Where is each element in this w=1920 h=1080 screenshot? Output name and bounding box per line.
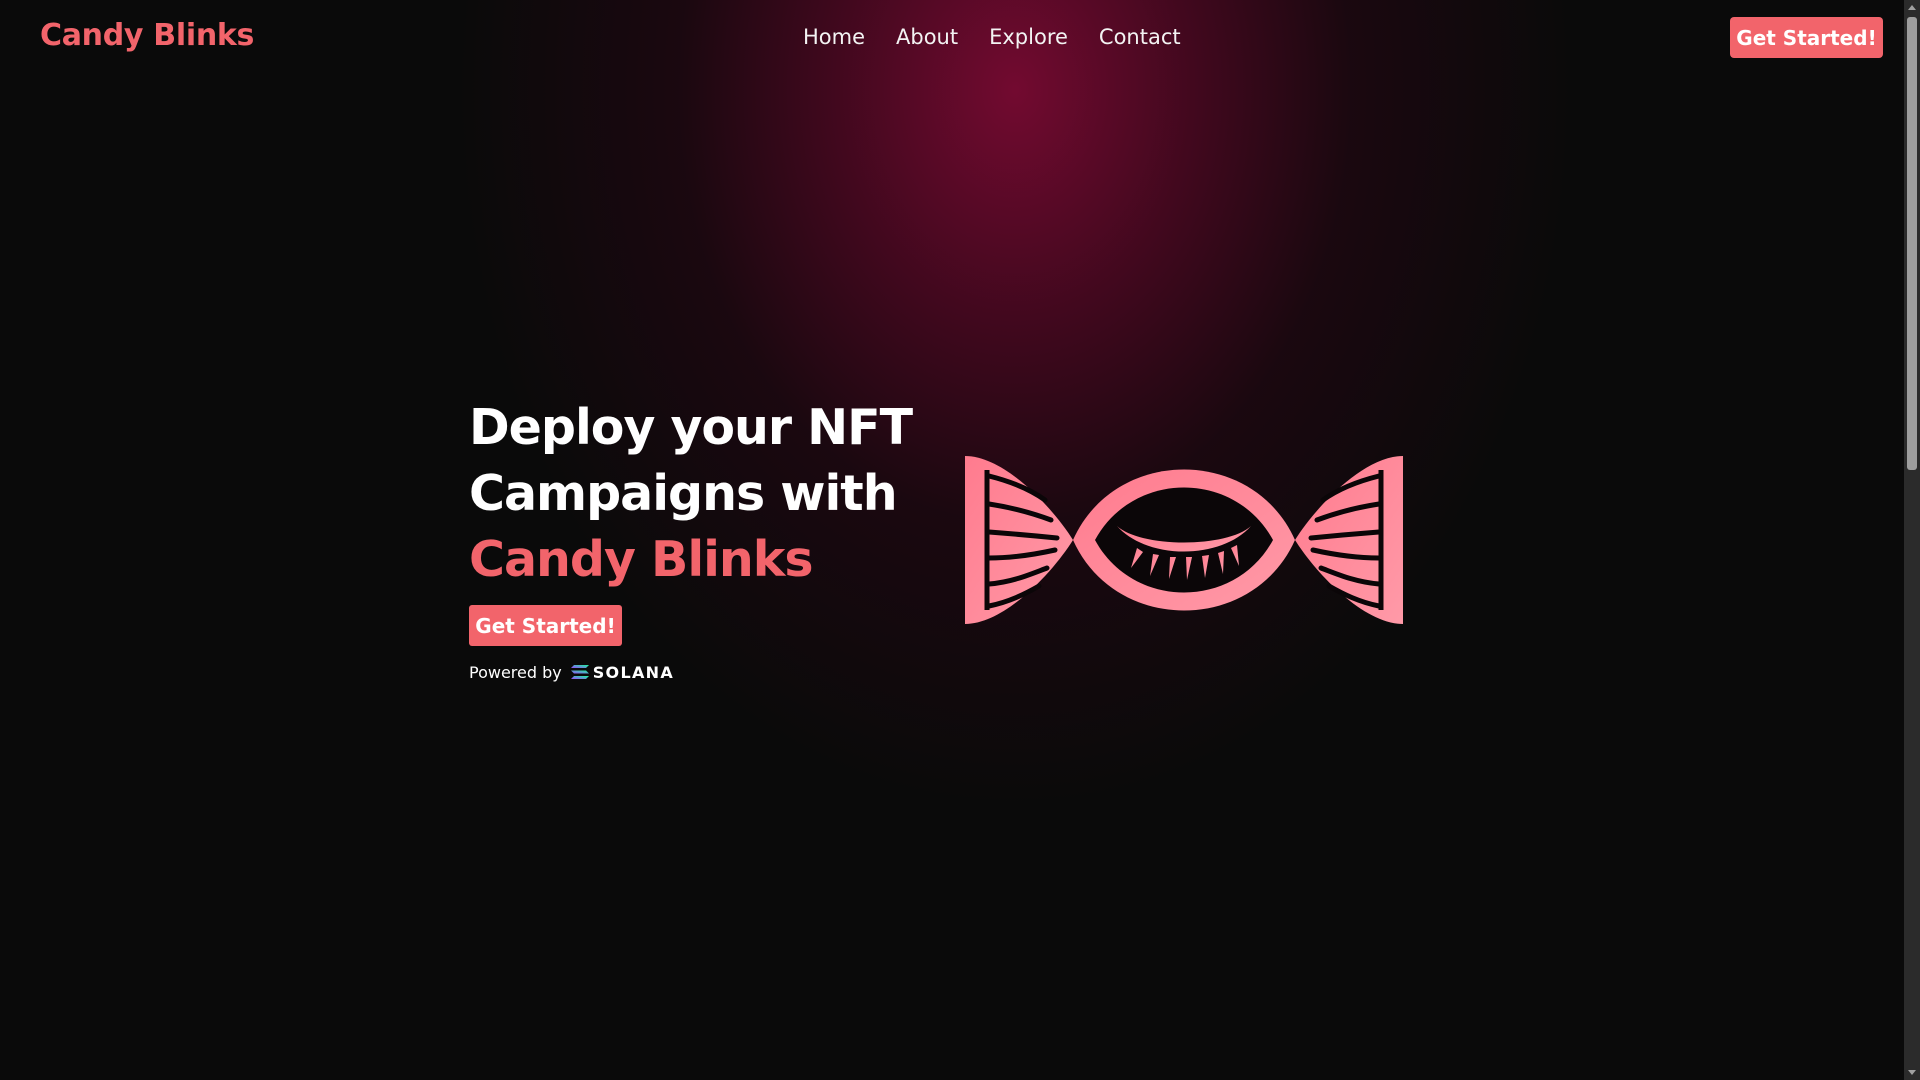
- vertical-scrollbar[interactable]: [1904, 0, 1920, 1080]
- solana-wordmark: SOLANA: [592, 662, 675, 682]
- hero-title: Deploy your NFT Campaigns with Candy Bli…: [469, 395, 913, 593]
- scroll-down-icon[interactable]: [1908, 1070, 1916, 1075]
- landing-page: Candy Blinks Home About Explore Contact …: [0, 0, 1920, 1080]
- nav-link-home[interactable]: Home: [803, 25, 865, 49]
- hero-title-accent: Candy Blinks: [469, 531, 814, 588]
- powered-by-label: Powered by: [469, 662, 562, 682]
- candy-eye-icon: [965, 456, 1403, 624]
- hero-section: Deploy your NFT Campaigns with Candy Bli…: [469, 395, 913, 682]
- scroll-up-icon[interactable]: [1908, 5, 1916, 10]
- nav-link-about[interactable]: About: [896, 25, 958, 49]
- nav-links: Home About Explore Contact: [803, 25, 1181, 49]
- nav-link-explore[interactable]: Explore: [989, 25, 1068, 49]
- hero-title-line-2: Campaigns with: [469, 465, 898, 522]
- get-started-nav-button[interactable]: Get Started!: [1730, 17, 1883, 58]
- solana-icon: [570, 665, 589, 679]
- scrollbar-thumb[interactable]: [1907, 17, 1917, 470]
- get-started-hero-button[interactable]: Get Started!: [469, 605, 622, 646]
- hero-title-line-1: Deploy your NFT: [469, 399, 913, 456]
- nav-link-contact[interactable]: Contact: [1099, 25, 1181, 49]
- navbar: Candy Blinks Home About Explore Contact …: [0, 0, 1904, 76]
- powered-by: Powered by SOLANA: [469, 662, 899, 682]
- brand-logo[interactable]: Candy Blinks: [40, 18, 254, 53]
